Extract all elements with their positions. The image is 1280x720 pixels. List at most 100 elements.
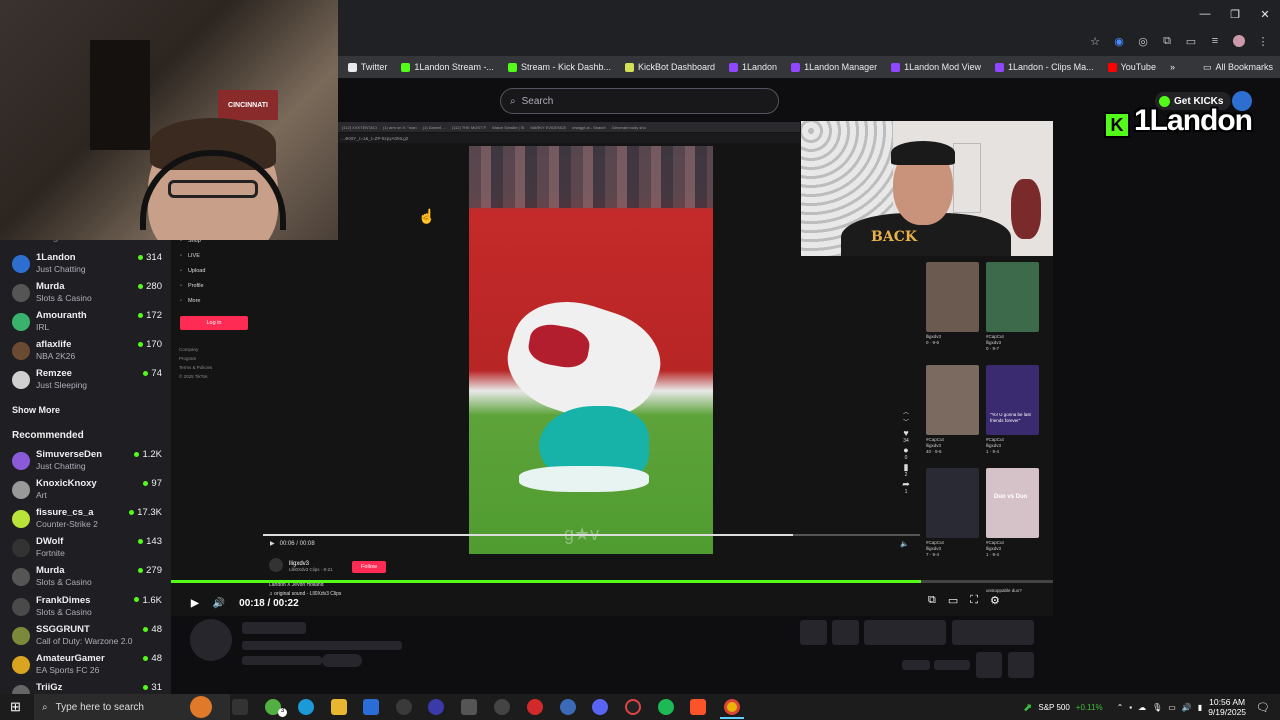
bookmark-item[interactable]: 1Landon Manager <box>784 62 884 72</box>
skeleton-pill <box>322 654 362 667</box>
notification-icon[interactable]: 🗨 <box>1256 701 1270 714</box>
sidebar-channel[interactable]: Amouranth IRL 172 <box>12 310 162 338</box>
star-icon[interactable]: ☆ <box>1086 32 1104 50</box>
player-progress-bar[interactable] <box>171 580 921 583</box>
footer-link: Terms & Policies <box>179 365 213 370</box>
close-icon[interactable]: ✕ <box>1250 0 1280 28</box>
recommended-heading: Recommended <box>12 430 84 441</box>
reading-list-icon[interactable]: ≡ <box>1206 32 1224 50</box>
clock[interactable]: 10:56 AM 9/19/2025 <box>1208 697 1246 717</box>
pip-icon[interactable]: ⧉ <box>928 594 936 607</box>
sidebar-channel[interactable]: Remzee Just Sleeping 74 <box>12 368 162 396</box>
settings-icon[interactable]: ⚙ <box>990 594 1000 607</box>
edge-icon[interactable] <box>298 699 314 715</box>
thumbnail-stats: 1 · 9-4 <box>986 449 1000 454</box>
menu-icon[interactable]: ⋮ <box>1254 32 1272 50</box>
puzzle-icon[interactable]: ⧉ <box>1158 32 1176 50</box>
sidebar-channel[interactable]: FrankDimes Slots & Casino 1.6K <box>12 595 162 623</box>
app-circle-icon[interactable] <box>625 699 641 715</box>
channel-category: Counter-Strike 2 <box>36 519 98 530</box>
extension-icon[interactable]: ◎ <box>1134 32 1152 50</box>
network-icon[interactable]: ▭ <box>1168 703 1176 712</box>
bookmark-item[interactable]: 1Landon Mod View <box>884 62 988 72</box>
viewer-count-value: 279 <box>146 565 162 577</box>
stock-name[interactable]: S&P 500 <box>1038 703 1069 712</box>
bookmark-item[interactable]: Stream - Kick Dashb... <box>501 62 618 72</box>
show-more-link[interactable]: Show More <box>12 405 60 415</box>
volume-icon[interactable]: 🔊 <box>213 598 225 609</box>
cloud-icon[interactable]: ☁ <box>1138 703 1146 712</box>
calculator-icon[interactable] <box>461 699 477 715</box>
viewer-count-value: 48 <box>151 652 162 664</box>
mic-icon[interactable]: 🎙 <box>1152 703 1162 712</box>
discord-icon[interactable] <box>592 699 608 715</box>
play-icon[interactable]: ▶ <box>191 598 199 609</box>
chevron-down-icon: ﹀ <box>902 420 909 426</box>
media-player-icon[interactable] <box>428 699 444 715</box>
bookmark-item[interactable]: YouTube <box>1101 62 1163 72</box>
all-bookmarks-folder[interactable]: ▭ All Bookmarks <box>1196 62 1280 73</box>
minimize-icon[interactable]: — <box>1190 0 1220 28</box>
spotify-icon[interactable] <box>658 699 674 715</box>
captured-url-bar: ...4KBY_r=1&_t=ZP-8zpyA0MLg2 <box>338 133 800 143</box>
tiktok-video-frame: g★v <box>469 146 713 554</box>
sidebar-channel[interactable]: SSGGRUNT Call of Duty: Warzone 2.0 48 <box>12 624 162 652</box>
thumbnail-caption: Duo vs Duo <box>994 494 1028 500</box>
nav-icon: ◦ <box>180 268 182 274</box>
sidebar-channel[interactable]: aflaxlife NBA 2K26 170 <box>12 339 162 367</box>
bookmark-item[interactable]: 1Landon - Clips Ma... <box>988 62 1101 72</box>
app-steam-icon[interactable] <box>560 699 576 715</box>
skeleton-pill <box>902 660 930 670</box>
bookmark-item[interactable]: 1Landon Stream -... <box>394 62 501 72</box>
bookmark-item[interactable]: 1Landon <box>722 62 784 72</box>
viewer-count-value: 31 <box>151 681 162 693</box>
obs-icon[interactable] <box>396 699 412 715</box>
theater-icon[interactable]: ▭ <box>948 594 958 607</box>
channel-name: KnoxicKnoxy <box>36 478 97 490</box>
sidebar-channel[interactable]: fissure_cs_a Counter-Strike 2 17.3K <box>12 507 162 535</box>
viewer-count-value: 1.6K <box>142 594 162 606</box>
restore-icon[interactable]: ❐ <box>1220 0 1250 28</box>
profile-avatar-icon[interactable] <box>1230 32 1248 50</box>
nav-label: Profile <box>187 283 204 289</box>
settings-icon[interactable] <box>494 699 510 715</box>
tray-app-icon[interactable]: ▪ <box>1129 703 1132 712</box>
speaker-icon[interactable]: 🔊 <box>1182 703 1192 712</box>
sidebar-channel[interactable]: SimuverseDen Just Chatting 1.2K <box>12 449 162 477</box>
search-input[interactable]: ⌕ Search <box>500 88 779 114</box>
tiktok-follow-button: Follow <box>352 561 386 573</box>
chevron-up-icon[interactable]: ⌃ <box>1117 703 1124 712</box>
nav-icon: ◦ <box>180 253 182 259</box>
extension-icon[interactable]: ◉ <box>1110 32 1128 50</box>
viewer-count: 143 <box>138 536 162 547</box>
sidebar-channel[interactable]: AmateurGamer EA Sports FC 26 48 <box>12 653 162 681</box>
thumbnail-stats: 0 · 9-6 <box>926 340 940 345</box>
chevron-up-icon: ︿ <box>902 410 909 416</box>
live-dot-icon <box>134 451 140 457</box>
sidebar-channel[interactable]: 1Landon Just Chatting 314 <box>12 252 162 280</box>
bookmark-label: KickBot Dashboard <box>637 62 716 72</box>
more-bookmarks-button[interactable]: » <box>1163 62 1182 72</box>
sidebar-channel[interactable]: DWolf Fortnite 143 <box>12 536 162 564</box>
brave-icon[interactable] <box>690 699 706 715</box>
fullscreen-icon[interactable]: ⛶ <box>970 594 978 607</box>
player-controls-right: ⧉ ▭ ⛶ ⚙ <box>928 594 1000 607</box>
live-dot-icon <box>138 254 144 260</box>
bookmark-item[interactable]: KickBot Dashboard <box>618 62 722 72</box>
sidebar: Following1LandonJust Chatting314MurdaSlo… <box>0 232 171 703</box>
sidebar-channel[interactable]: Murda Slots & Casino 279 <box>12 565 162 593</box>
windows-start-icon[interactable]: ⊞ <box>10 699 21 715</box>
cast-icon[interactable]: ▭ <box>1182 32 1200 50</box>
task-view-icon[interactable] <box>232 699 248 715</box>
sidebar-channel[interactable]: Murda Slots & Casino 280 <box>12 281 162 309</box>
channel-category: IRL <box>36 322 50 333</box>
sidebar-channel[interactable]: KnoxicKnoxy Art 97 <box>12 478 162 506</box>
chrome-icon[interactable] <box>724 699 740 715</box>
bookmark-item[interactable]: Twitter <box>341 62 395 72</box>
app-red-icon[interactable] <box>527 699 543 715</box>
file-explorer-icon[interactable] <box>331 699 347 715</box>
copilot-bird-icon[interactable] <box>190 696 212 718</box>
bookmark-label: 1Landon Stream -... <box>414 62 494 72</box>
battery-icon[interactable]: ▮ <box>1198 703 1202 712</box>
store-icon[interactable] <box>363 699 379 715</box>
